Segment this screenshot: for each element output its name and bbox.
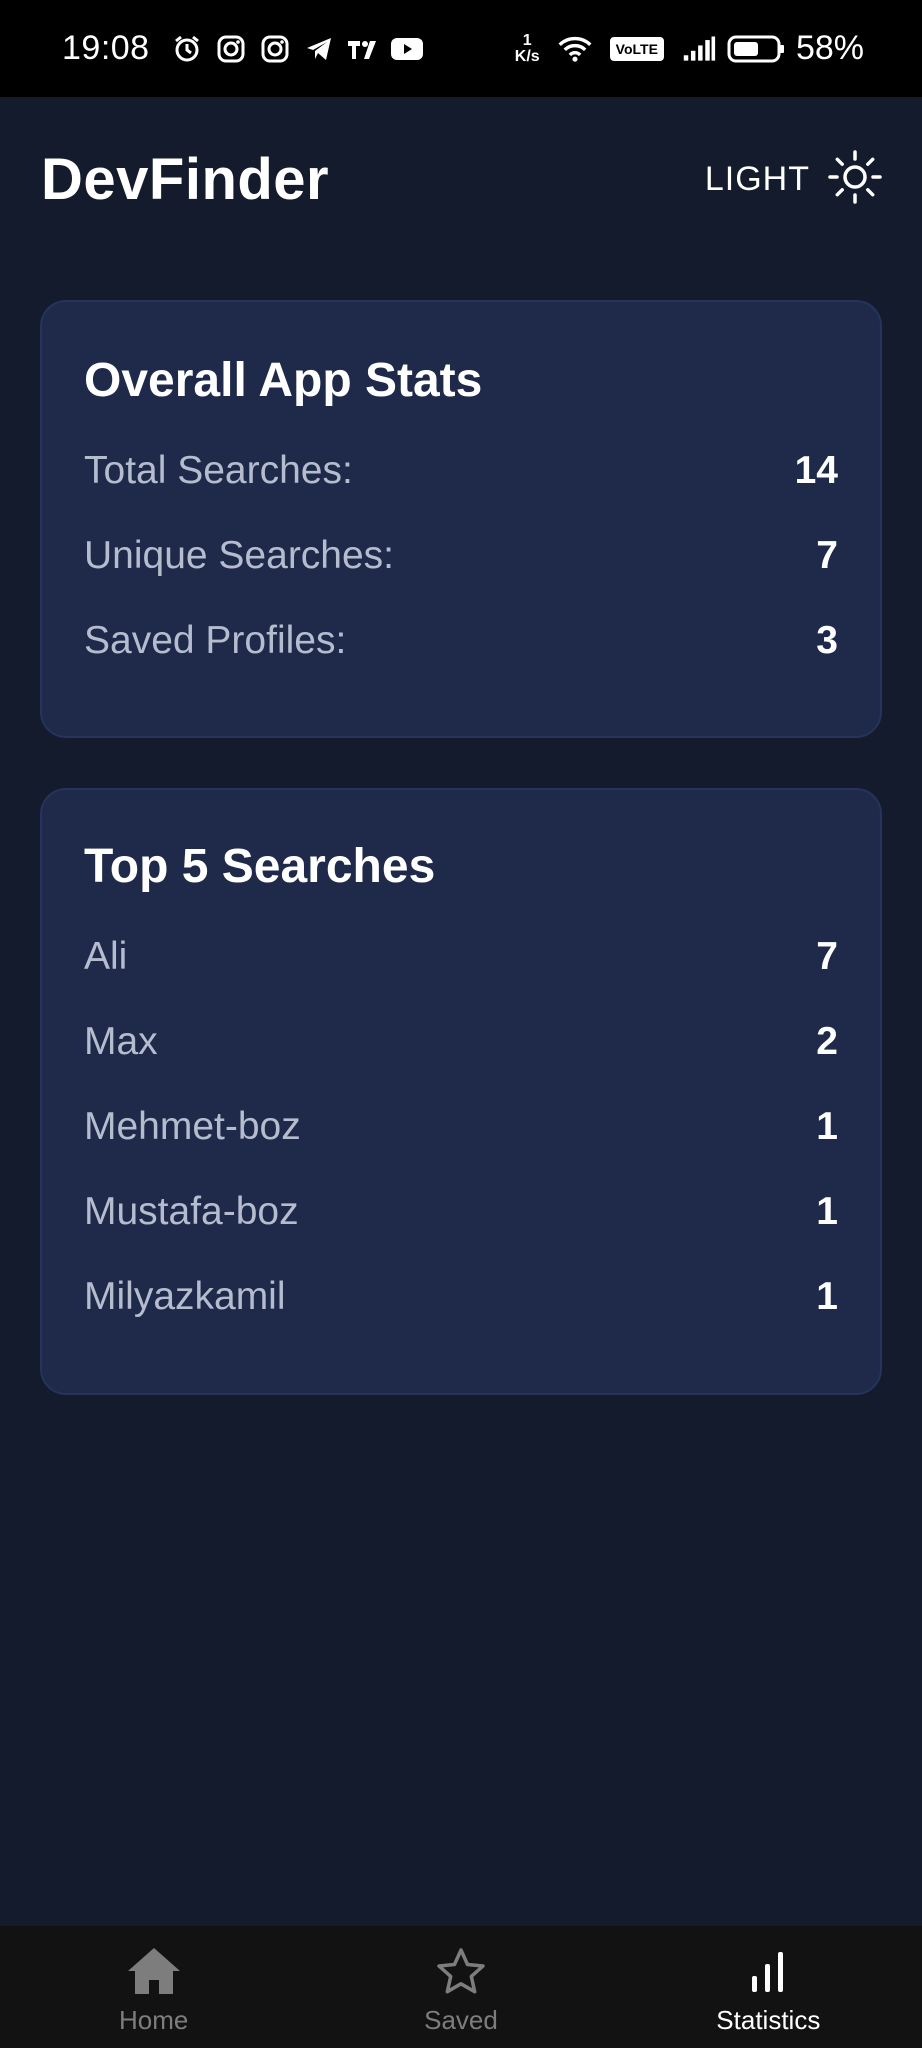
network-speed: 1 K/s <box>514 31 540 65</box>
theme-toggle-label: LIGHT <box>704 160 810 198</box>
alarm-icon <box>170 32 204 66</box>
nav-item-saved[interactable]: Saved <box>307 1926 614 2048</box>
bottom-nav: Home Saved Statistics <box>0 1926 922 2048</box>
list-item: Max 2 <box>84 999 838 1084</box>
search-count: 1 <box>816 1274 838 1318</box>
status-bar: 19:08 1 K/s VoLTE 58% <box>0 0 922 97</box>
search-term: Milyazkamil <box>84 1274 286 1318</box>
list-item: Mehmet-boz 1 <box>84 1084 838 1169</box>
battery-percent: 58% <box>795 29 864 67</box>
telegram-icon <box>302 32 336 66</box>
top-searches-card: Top 5 Searches Ali 7 Max 2 Mehmet-boz 1 … <box>40 788 882 1395</box>
stat-label: Unique Searches: <box>84 533 395 577</box>
stat-value: 3 <box>816 618 838 662</box>
overall-stats-title: Overall App Stats <box>84 354 483 407</box>
stat-row-unique-searches: Unique Searches: 7 <box>84 513 838 598</box>
list-item: Milyazkamil 1 <box>84 1254 838 1339</box>
instagram-icon-2 <box>258 32 292 66</box>
status-time: 19:08 <box>62 29 150 67</box>
stat-label: Total Searches: <box>84 448 353 492</box>
theme-toggle-button[interactable]: LIGHT <box>705 150 882 209</box>
search-term: Max <box>84 1019 158 1063</box>
network-speed-unit: K/s <box>514 47 540 65</box>
nav-label-home: Home <box>118 2004 189 2035</box>
nav-label-saved: Saved <box>424 2004 498 2035</box>
list-item: Ali 7 <box>84 914 838 999</box>
top-searches-list: Ali 7 Max 2 Mehmet-boz 1 Mustafa-boz 1 M… <box>84 914 838 1339</box>
instagram-icon <box>214 32 248 66</box>
star-icon <box>431 1943 491 1999</box>
signal-icon <box>682 32 716 66</box>
youtube-icon <box>390 32 424 66</box>
battery-icon <box>726 32 786 66</box>
search-count: 7 <box>816 934 838 978</box>
nav-label-statistics: Statistics <box>716 2004 821 2035</box>
bar-chart-icon <box>738 1943 798 1999</box>
network-speed-value: 1 <box>522 31 532 49</box>
top-searches-title: Top 5 Searches <box>84 840 436 893</box>
stat-row-saved-profiles: Saved Profiles: 3 <box>84 598 838 683</box>
home-icon <box>124 1943 184 1999</box>
volte-badge: VoLTE <box>609 36 664 61</box>
list-item: Mustafa-boz 1 <box>84 1169 838 1254</box>
stat-value: 7 <box>816 533 838 577</box>
nav-item-statistics[interactable]: Statistics <box>615 1926 922 2048</box>
search-term: Ali <box>84 934 128 978</box>
status-bar-right: 1 K/s VoLTE 58% <box>515 29 864 68</box>
app-title: DevFinder <box>41 147 330 212</box>
overall-stats-list: Total Searches: 14 Unique Searches: 7 Sa… <box>84 428 838 683</box>
nav-item-home[interactable]: Home <box>0 1926 307 2048</box>
sun-icon <box>828 150 882 209</box>
app-header: DevFinder LIGHT <box>0 97 922 262</box>
search-term: Mustafa-boz <box>84 1189 299 1233</box>
status-bar-left: 19:08 <box>62 29 424 68</box>
stat-row-total-searches: Total Searches: 14 <box>84 428 838 513</box>
overall-stats-card: Overall App Stats Total Searches: 14 Uni… <box>40 300 882 738</box>
search-count: 2 <box>816 1019 838 1063</box>
wifi-icon <box>558 32 592 66</box>
tradingview-icon <box>346 32 380 66</box>
search-count: 1 <box>816 1189 838 1233</box>
search-count: 1 <box>816 1104 838 1148</box>
stat-label: Saved Profiles: <box>84 618 347 662</box>
stat-value: 14 <box>794 448 838 492</box>
search-term: Mehmet-boz <box>84 1104 301 1148</box>
